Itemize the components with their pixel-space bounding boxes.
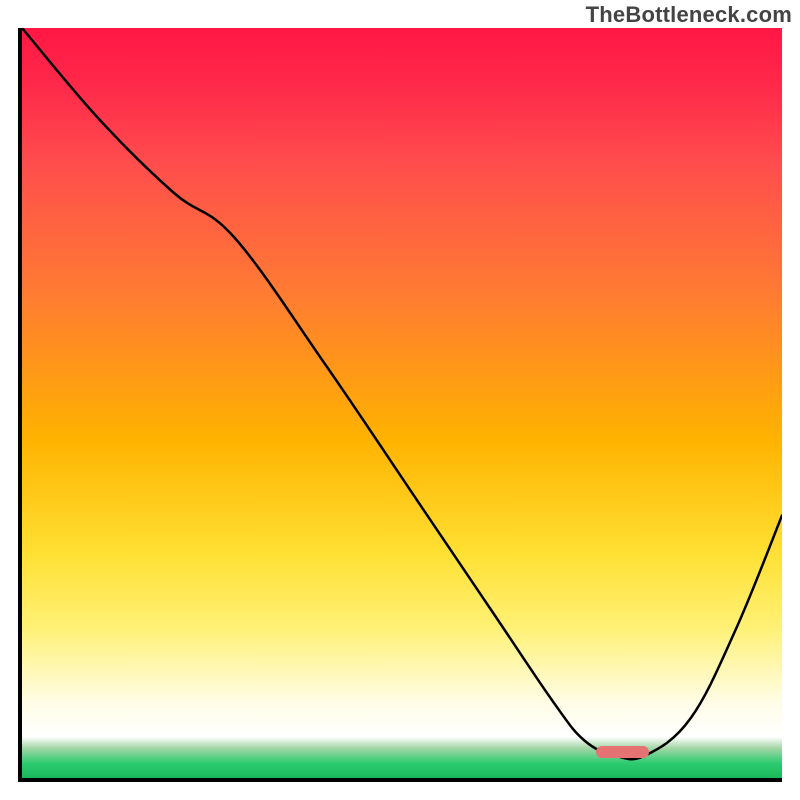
optimal-range-marker — [596, 746, 649, 758]
bottleneck-curve — [22, 28, 782, 778]
plot-area — [18, 28, 782, 782]
chart-container: TheBottleneck.com — [0, 0, 800, 800]
watermark-text: TheBottleneck.com — [586, 2, 792, 28]
